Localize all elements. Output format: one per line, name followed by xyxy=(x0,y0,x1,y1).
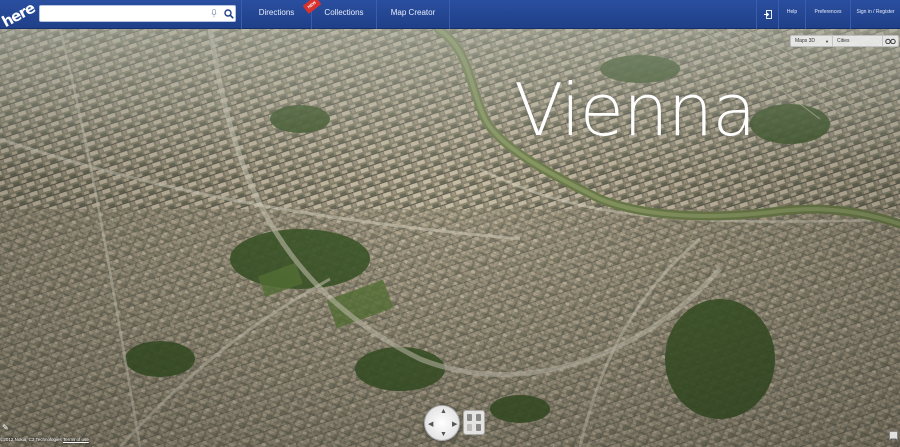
terms-of-use-link[interactable]: Terms of use xyxy=(63,437,89,442)
search-input[interactable] xyxy=(43,7,203,20)
preferences-link[interactable]: Preferences xyxy=(805,0,850,29)
help-link[interactable]: Help xyxy=(778,0,805,29)
nav-directions-label: Directions xyxy=(258,8,295,17)
map-view-toolbar: Maps 3D ▼ Cities xyxy=(790,35,899,47)
pan-right-icon[interactable]: ▶ xyxy=(452,420,457,428)
pencil-icon[interactable]: ✎ xyxy=(2,423,12,433)
layer-dropdown[interactable]: Cities xyxy=(833,36,883,46)
pan-left-icon[interactable]: ◀ xyxy=(428,420,433,428)
nav-collections-label: Collections xyxy=(324,8,364,17)
pan-control[interactable]: ▲ ▼ ◀ ▶ xyxy=(424,405,460,441)
search-icon xyxy=(223,8,234,19)
nav-map-creator[interactable]: Map Creator xyxy=(376,0,450,29)
tilt-rotate-control[interactable] xyxy=(463,410,485,435)
top-navigation-bar: here Directions Collections NEW Map Crea… xyxy=(0,0,900,31)
pan-down-icon[interactable]: ▼ xyxy=(440,431,447,438)
login-icon xyxy=(763,10,772,19)
nav-directions[interactable]: Directions xyxy=(241,0,311,29)
fullscreen-icon xyxy=(890,438,897,445)
login-button[interactable] xyxy=(756,0,778,29)
microphone-icon[interactable] xyxy=(211,9,217,18)
map-view-dropdown[interactable]: Maps 3D ▼ xyxy=(791,36,833,46)
chevron-down-icon: ▼ xyxy=(825,38,829,44)
map-view-label: Maps 3D xyxy=(795,38,816,44)
fullscreen-button[interactable] xyxy=(889,431,898,445)
logo-text: here xyxy=(0,0,38,31)
search-box xyxy=(39,5,236,22)
app-window: here Directions Collections NEW Map Crea… xyxy=(0,0,900,447)
here-logo[interactable]: here xyxy=(0,0,38,31)
layer-label: Cities xyxy=(837,38,850,44)
aerial-city-imagery xyxy=(0,29,900,447)
sign-in-link[interactable]: Sign in / Register xyxy=(850,0,900,29)
map-attribution: ©2012 Nokia, C3 Technologies Terms of us… xyxy=(0,437,89,442)
search-button[interactable] xyxy=(222,7,235,20)
copyright-text: ©2012 Nokia, C3 Technologies xyxy=(0,437,62,442)
preferences-label: Preferences xyxy=(814,9,842,15)
nav-map-creator-label: Map Creator xyxy=(390,8,436,17)
sign-in-label: Sign in / Register xyxy=(856,9,895,15)
binoculars-icon xyxy=(885,38,896,44)
pan-up-icon[interactable]: ▲ xyxy=(440,408,447,415)
map-3d-view[interactable]: Vienna Maps 3D ▼ Cities ▲ ▼ ◀ ▶ ✎ ©2012 … xyxy=(0,29,900,447)
help-label: Help xyxy=(786,9,798,15)
tilt-icon xyxy=(467,414,481,431)
streetlevel-button[interactable] xyxy=(883,36,898,46)
city-label: Vienna xyxy=(514,68,756,152)
